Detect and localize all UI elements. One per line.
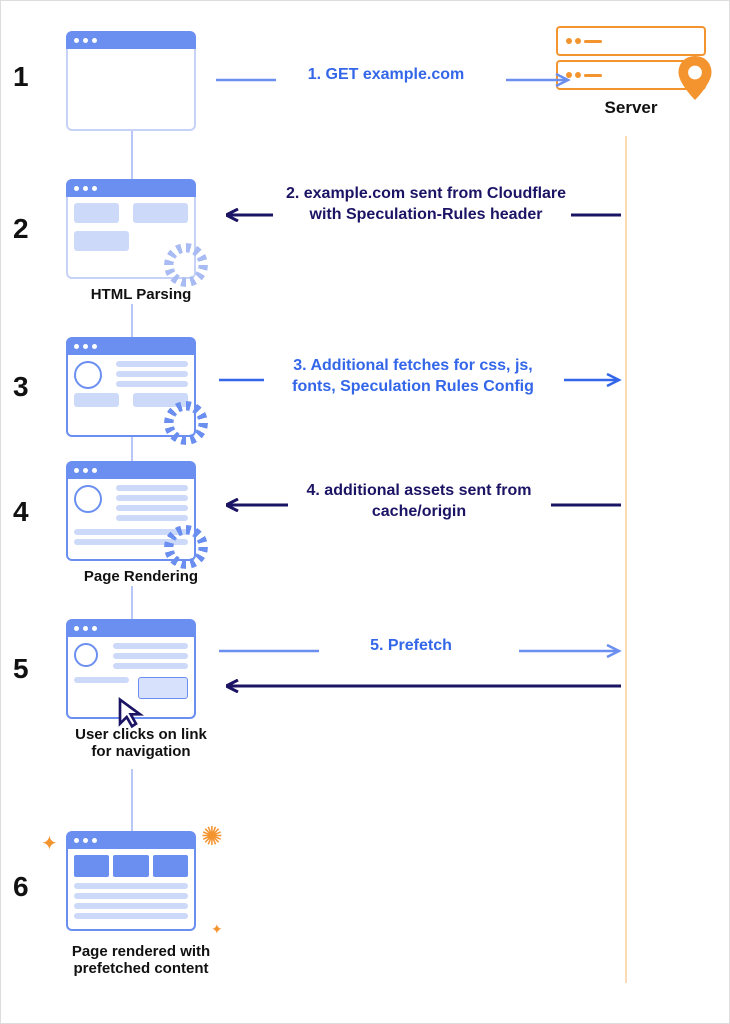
caption-4: Page Rendering — [66, 568, 216, 585]
step-number-2: 2 — [13, 213, 29, 245]
map-pin-icon — [678, 56, 712, 100]
connector-4-5 — [131, 586, 133, 619]
server-icon: Server — [556, 26, 706, 118]
arrow-label-4: 4. additional assets sent from cache/ori… — [299, 481, 539, 523]
arrow-label-1: 1. GET example.com — [286, 65, 486, 86]
browser-step-3 — [66, 337, 196, 437]
step-number-5: 5 — [13, 653, 29, 685]
caption-5: User clicks on link for navigation — [66, 726, 216, 760]
connector-3-4 — [131, 437, 133, 461]
browser-step-2 — [66, 179, 196, 279]
caption-2: HTML Parsing — [66, 286, 216, 303]
step-number-1: 1 — [13, 61, 29, 93]
arrow-left-dark-5 — [226, 679, 626, 693]
browser-step-4 — [66, 461, 196, 561]
sparkle-icon: ✦ — [41, 831, 58, 856]
arrow-label-2: 2. example.com sent from Cloudflare with… — [281, 184, 571, 226]
loading-spinner-icon — [164, 243, 208, 287]
connector-2-3 — [131, 304, 133, 337]
step-number-3: 3 — [13, 371, 29, 403]
arrow-label-5: 5. Prefetch — [336, 636, 486, 657]
caption-6: Page rendered with prefetched content — [51, 943, 231, 977]
loading-spinner-icon — [164, 525, 208, 569]
sparkle-icon: ✦ — [211, 921, 223, 938]
step-number-4: 4 — [13, 496, 29, 528]
browser-step-5 — [66, 619, 196, 719]
connector-1-2 — [131, 131, 133, 179]
connector-5-6 — [131, 769, 133, 831]
sparkle-icon: ✺ — [201, 821, 223, 852]
browser-step-6 — [66, 831, 196, 931]
browser-step-1 — [66, 31, 196, 131]
arrow-label-3: 3. Additional fetches for css, js, fonts… — [273, 356, 553, 398]
server-vertical-line — [625, 136, 627, 983]
cursor-icon — [116, 697, 148, 729]
step-number-6: 6 — [13, 871, 29, 903]
server-label: Server — [556, 98, 706, 118]
loading-spinner-icon — [164, 401, 208, 445]
